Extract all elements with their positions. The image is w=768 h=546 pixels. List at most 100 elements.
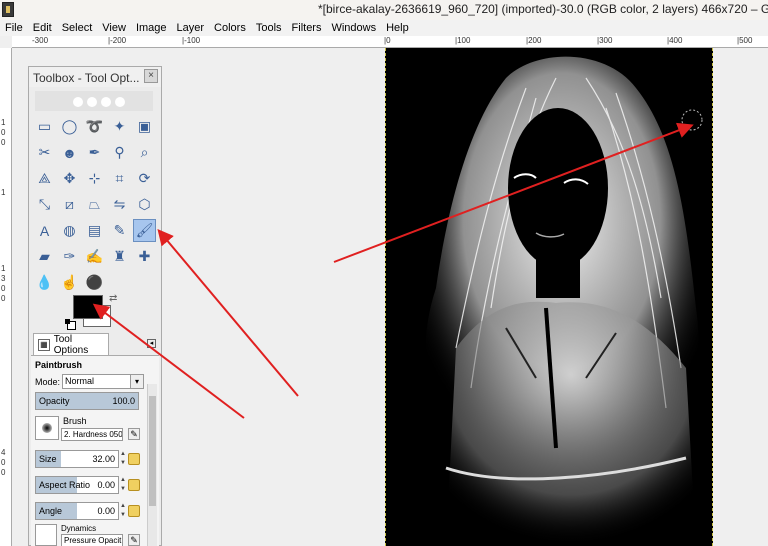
menu-tools[interactable]: Tools bbox=[251, 22, 287, 34]
dynamics-label: Dynamics bbox=[61, 524, 97, 533]
cage-transform-icon[interactable]: ⬡ bbox=[133, 193, 156, 216]
pencil-icon[interactable]: ✎ bbox=[108, 219, 131, 242]
blend-icon[interactable]: ▤ bbox=[83, 219, 106, 242]
scissors-select-icon[interactable]: ✂ bbox=[33, 141, 56, 164]
measure-icon[interactable]: ⟁ bbox=[33, 167, 56, 190]
paths-icon[interactable]: ✒ bbox=[83, 141, 106, 164]
dynamics-row: Dynamics Pressure Opacit ✎ bbox=[35, 524, 147, 546]
foreground-select-icon[interactable]: ☻ bbox=[58, 141, 81, 164]
toolbox-dock: Toolbox - Tool Opt... × ▭ ◯ ➰ ✦ ▣ ✂ ☻ ✒ ⚲ ⌕ ⟁ ✥ ⊹ ⌗ ⟳ ⤡… bbox=[28, 66, 162, 546]
size-reset-icon[interactable] bbox=[128, 453, 140, 465]
menu-help[interactable]: Help bbox=[381, 22, 414, 34]
vertical-ruler[interactable]: 1 0 0 1 1 3 0 0 4 0 0 bbox=[0, 48, 12, 546]
wilber-drop-area[interactable] bbox=[35, 91, 153, 111]
fuzzy-select-icon[interactable]: ✦ bbox=[108, 115, 131, 138]
angle-label: Angle bbox=[39, 506, 63, 516]
perspective-icon[interactable]: ⏢ bbox=[83, 193, 106, 216]
ruler-label: |200 bbox=[526, 36, 542, 45]
ruler-label: 1 bbox=[1, 118, 6, 127]
ruler-label: 0 bbox=[1, 458, 6, 467]
gimp-app-icon[interactable] bbox=[2, 2, 14, 17]
tool-options-scrollbar[interactable] bbox=[147, 384, 157, 546]
crop-icon[interactable]: ⌗ bbox=[108, 167, 131, 190]
menu-bar: File Edit Select View Image Layer Colors… bbox=[0, 20, 768, 36]
image-canvas[interactable] bbox=[385, 48, 713, 546]
shear-icon[interactable]: ⧄ bbox=[58, 193, 81, 216]
ruler-label: 0 bbox=[1, 284, 6, 293]
ruler-label: |0 bbox=[384, 36, 391, 45]
paintbrush-icon[interactable]: 🖌 bbox=[133, 219, 156, 242]
smudge-icon[interactable]: ☝ bbox=[58, 271, 81, 294]
size-slider[interactable]: Size 32.00 bbox=[35, 450, 119, 468]
menu-filters[interactable]: Filters bbox=[287, 22, 327, 34]
heal-icon[interactable]: ✚ bbox=[133, 245, 156, 268]
color-selector: ⇄ bbox=[65, 293, 123, 335]
ink-icon[interactable]: ✍ bbox=[83, 245, 106, 268]
color-picker-icon[interactable]: ⚲ bbox=[108, 141, 131, 164]
dynamics-name-field[interactable]: Pressure Opacit bbox=[61, 534, 123, 546]
close-icon[interactable]: × bbox=[144, 69, 158, 83]
tool-grid: ▭ ◯ ➰ ✦ ▣ ✂ ☻ ✒ ⚲ ⌕ ⟁ ✥ ⊹ ⌗ ⟳ ⤡ ⧄ ⏢ ⇋ ⬡ A ◍ ▤ ✎ 🖌 ▰ ✑ ✍ ♜ ✚ 💧 ☝ ⚫ bbox=[33, 115, 159, 297]
scrollbar-thumb[interactable] bbox=[149, 396, 156, 506]
menu-view[interactable]: View bbox=[97, 22, 131, 34]
menu-select[interactable]: Select bbox=[57, 22, 98, 34]
tool-options-title: Paintbrush bbox=[35, 360, 83, 370]
size-label: Size bbox=[39, 454, 57, 464]
chevron-down-icon[interactable]: ▾ bbox=[130, 375, 144, 388]
scale-icon[interactable]: ⤡ bbox=[33, 193, 56, 216]
aspect-ratio-spin-icon[interactable]: ▲ ▼ bbox=[119, 476, 127, 494]
wilber-decoration bbox=[101, 97, 111, 107]
airbrush-icon[interactable]: ✑ bbox=[58, 245, 81, 268]
aspect-ratio-reset-icon[interactable] bbox=[128, 479, 140, 491]
ruler-label: 0 bbox=[1, 128, 6, 137]
wilber-decoration bbox=[115, 97, 125, 107]
dynamics-preview[interactable] bbox=[35, 524, 57, 546]
menu-windows[interactable]: Windows bbox=[326, 22, 381, 34]
rect-select-icon[interactable]: ▭ bbox=[33, 115, 56, 138]
rotate-icon[interactable]: ⟳ bbox=[133, 167, 156, 190]
color-select-icon[interactable]: ▣ bbox=[133, 115, 156, 138]
ellipse-select-icon[interactable]: ◯ bbox=[58, 115, 81, 138]
size-spin-icon[interactable]: ▲ ▼ bbox=[119, 450, 127, 468]
menu-layer[interactable]: Layer bbox=[172, 22, 210, 34]
menu-edit[interactable]: Edit bbox=[28, 22, 57, 34]
move-icon[interactable]: ✥ bbox=[58, 167, 81, 190]
angle-reset-icon[interactable] bbox=[128, 505, 140, 517]
eraser-icon[interactable]: ▰ bbox=[33, 245, 56, 268]
edit-dynamics-icon[interactable]: ✎ bbox=[128, 534, 140, 546]
tool-options-body: Paintbrush Mode: Normal ▾ Opacity 100.0 … bbox=[31, 355, 159, 546]
menu-image[interactable]: Image bbox=[131, 22, 172, 34]
reset-colors-icon[interactable] bbox=[65, 319, 76, 330]
lasso-select-icon[interactable]: ➰ bbox=[83, 115, 106, 138]
opacity-slider[interactable]: Opacity 100.0 bbox=[35, 392, 139, 410]
opacity-label: Opacity bbox=[39, 396, 70, 406]
inverted-portrait-image[interactable] bbox=[386, 48, 713, 546]
aspect-ratio-slider[interactable]: Aspect Ratio 0.00 bbox=[35, 476, 119, 494]
angle-spin-icon[interactable]: ▲ ▼ bbox=[119, 502, 127, 520]
dodge-burn-icon[interactable]: ⚫ bbox=[83, 271, 106, 294]
bucket-fill-icon[interactable]: ◍ bbox=[58, 219, 81, 242]
align-icon[interactable]: ⊹ bbox=[83, 167, 106, 190]
flip-icon[interactable]: ⇋ bbox=[108, 193, 131, 216]
horizontal-ruler[interactable]: -300 |-200 |-100 |0 |100 |200 |300 |400 … bbox=[12, 36, 768, 48]
blur-sharpen-icon[interactable]: 💧 bbox=[33, 271, 56, 294]
window-title: *[birce-akalay-2636619_960_720] (importe… bbox=[318, 2, 768, 16]
edit-brush-icon[interactable]: ✎ bbox=[128, 428, 140, 440]
brush-label: Brush bbox=[63, 416, 87, 426]
swap-colors-icon[interactable]: ⇄ bbox=[109, 293, 117, 304]
brush-name-field[interactable]: 2. Hardness 050 bbox=[61, 428, 123, 441]
text-icon[interactable]: A bbox=[33, 219, 56, 242]
toolbox-title: Toolbox - Tool Opt... bbox=[33, 71, 140, 85]
mode-label: Mode: bbox=[35, 376, 61, 387]
menu-file[interactable]: File bbox=[0, 22, 28, 34]
mode-dropdown[interactable]: Normal ▾ bbox=[62, 374, 145, 389]
menu-colors[interactable]: Colors bbox=[209, 22, 251, 34]
brush-preview[interactable] bbox=[35, 416, 59, 440]
angle-slider[interactable]: Angle 0.00 bbox=[35, 502, 119, 520]
foreground-color-swatch[interactable] bbox=[73, 295, 103, 319]
tab-menu-icon[interactable]: ◂ bbox=[147, 339, 156, 348]
clone-icon[interactable]: ♜ bbox=[108, 245, 131, 268]
ruler-label: |-200 bbox=[108, 36, 127, 45]
zoom-icon[interactable]: ⌕ bbox=[133, 141, 156, 164]
tab-tool-options[interactable]: ▦ Tool Options bbox=[33, 333, 109, 356]
